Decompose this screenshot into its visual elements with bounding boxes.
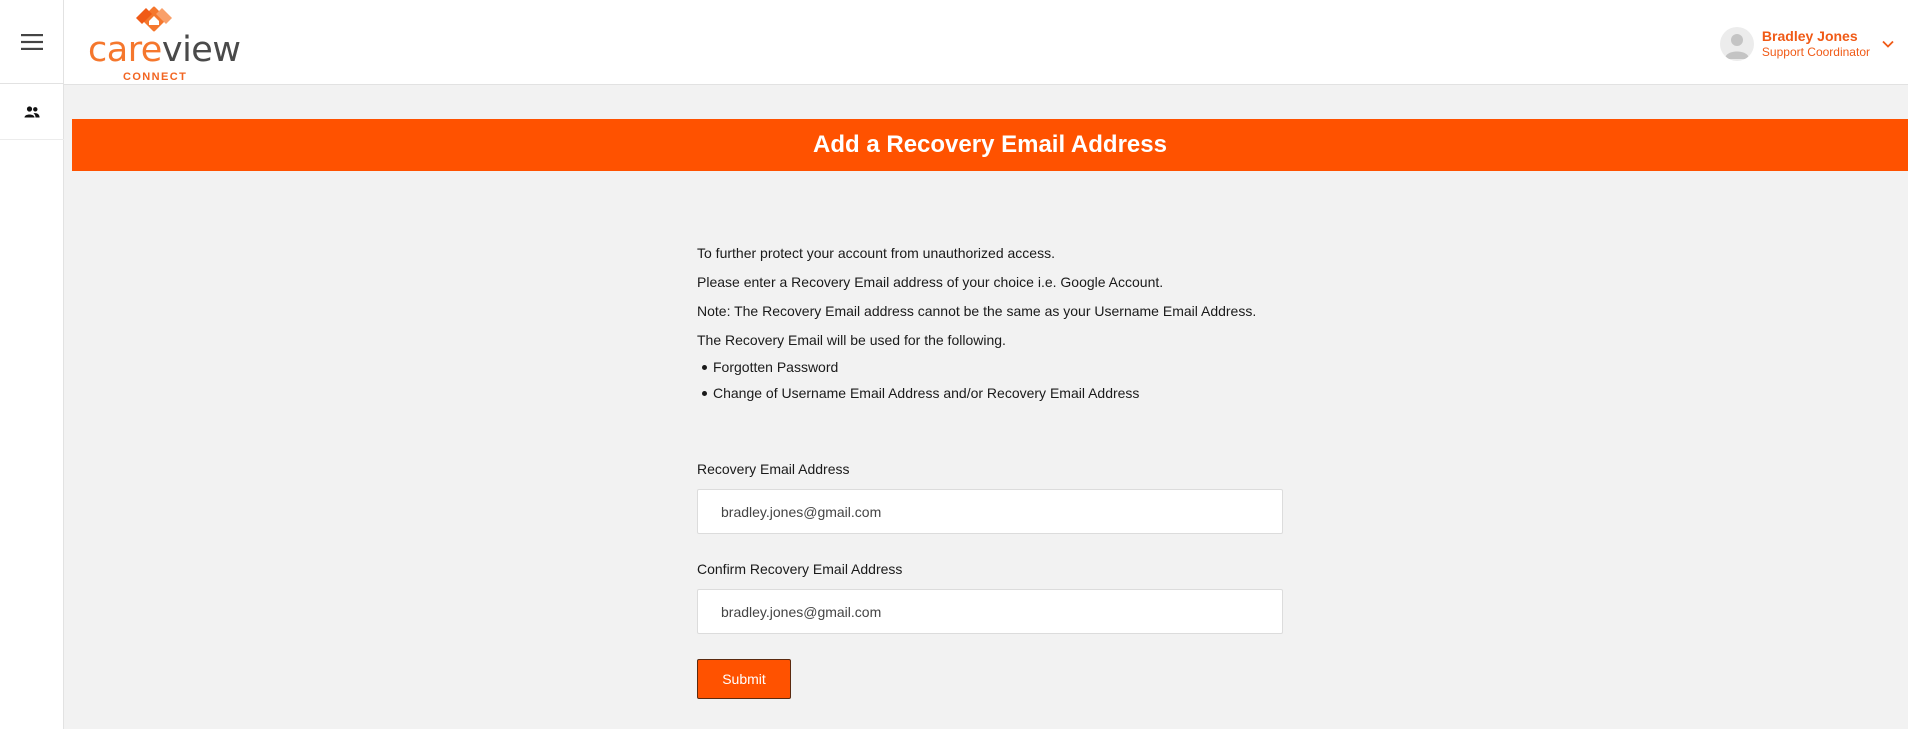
intro-line: To further protect your account from una… <box>697 245 1055 261</box>
logo-connect: CONNECT <box>123 71 188 83</box>
side-rail <box>0 0 64 729</box>
page-title-banner: Add a Recovery Email Address <box>72 119 1908 171</box>
list-item: Change of Username Email Address and/or … <box>697 384 1287 402</box>
user-avatar-icon <box>1719 27 1754 61</box>
logo-wordmark: careview <box>88 30 241 70</box>
recovery-email-label: Recovery Email Address <box>697 461 850 477</box>
user-name: Bradley Jones <box>1761 28 1858 44</box>
top-header: careview CONNECT Bradley Jones Support C… <box>64 0 1908 85</box>
confirm-email-label: Confirm Recovery Email Address <box>697 561 903 577</box>
submit-button[interactable]: Submit <box>697 659 791 699</box>
careview-logo[interactable]: careview CONNECT <box>88 4 241 83</box>
user-menu[interactable]: Bradley Jones Support Coordinator <box>1719 26 1894 62</box>
intro-text: To further protect your account from una… <box>697 244 1287 410</box>
logo-view: view <box>161 30 241 70</box>
hamburger-menu-icon <box>21 33 43 50</box>
user-role: Support Coordinator <box>1761 45 1870 59</box>
intro-line: Please enter a Recovery Email address of… <box>697 274 1164 290</box>
sidebar-item-people[interactable] <box>0 85 64 140</box>
intro-line: The Recovery Email will be used for the … <box>697 332 1006 348</box>
intro-line: Note: The Recovery Email address cannot … <box>697 303 1257 319</box>
usage-list: Forgotten Password Change of Username Em… <box>697 358 1287 402</box>
list-item: Forgotten Password <box>697 358 1287 376</box>
confirm-email-input[interactable] <box>697 589 1283 634</box>
people-icon <box>24 106 40 118</box>
chevron-down-icon[interactable] <box>1882 40 1894 48</box>
logo-care: care <box>88 30 162 70</box>
recovery-email-input[interactable] <box>697 489 1283 534</box>
page-title: Add a Recovery Email Address <box>813 131 1167 158</box>
menu-button[interactable] <box>0 0 64 84</box>
